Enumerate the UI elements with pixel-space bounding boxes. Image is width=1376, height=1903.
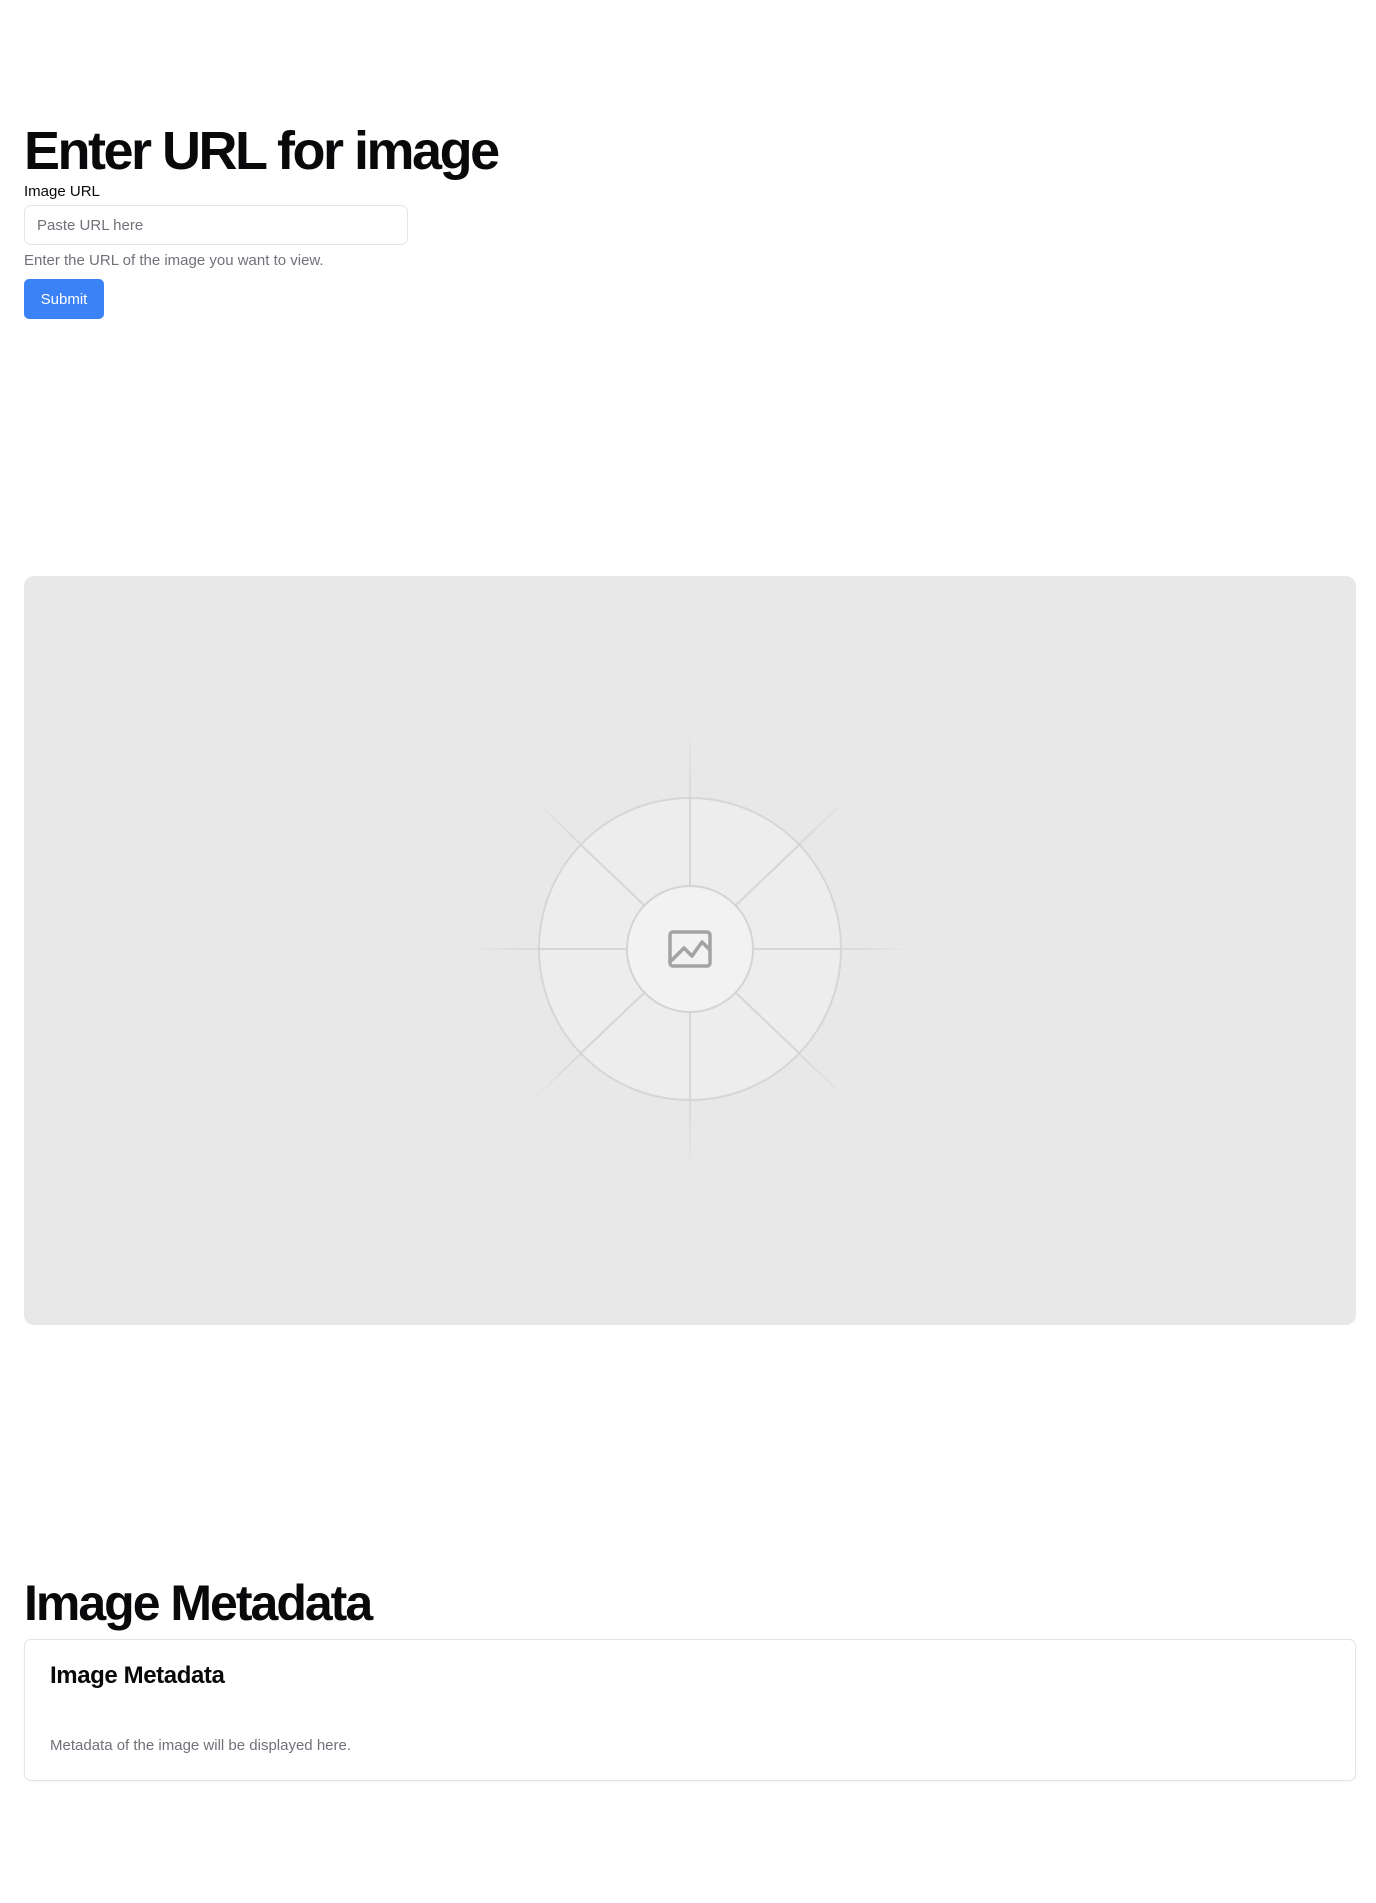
placeholder-inner-circle (626, 885, 754, 1013)
metadata-card: Image Metadata Metadata of the image wil… (24, 1639, 1356, 1781)
image-url-input[interactable] (24, 205, 408, 245)
metadata-section-title: Image Metadata (24, 1575, 373, 1631)
page-title: Enter URL for image (24, 121, 500, 181)
image-url-label: Image URL (24, 183, 100, 200)
submit-button[interactable]: Submit (24, 279, 104, 319)
image-placeholder (24, 576, 1356, 1325)
metadata-card-text: Metadata of the image will be displayed … (50, 1737, 352, 1754)
image-url-helper-text: Enter the URL of the image you want to v… (24, 252, 324, 269)
placeholder-graphic (470, 729, 910, 1169)
metadata-card-title: Image Metadata (50, 1662, 225, 1689)
